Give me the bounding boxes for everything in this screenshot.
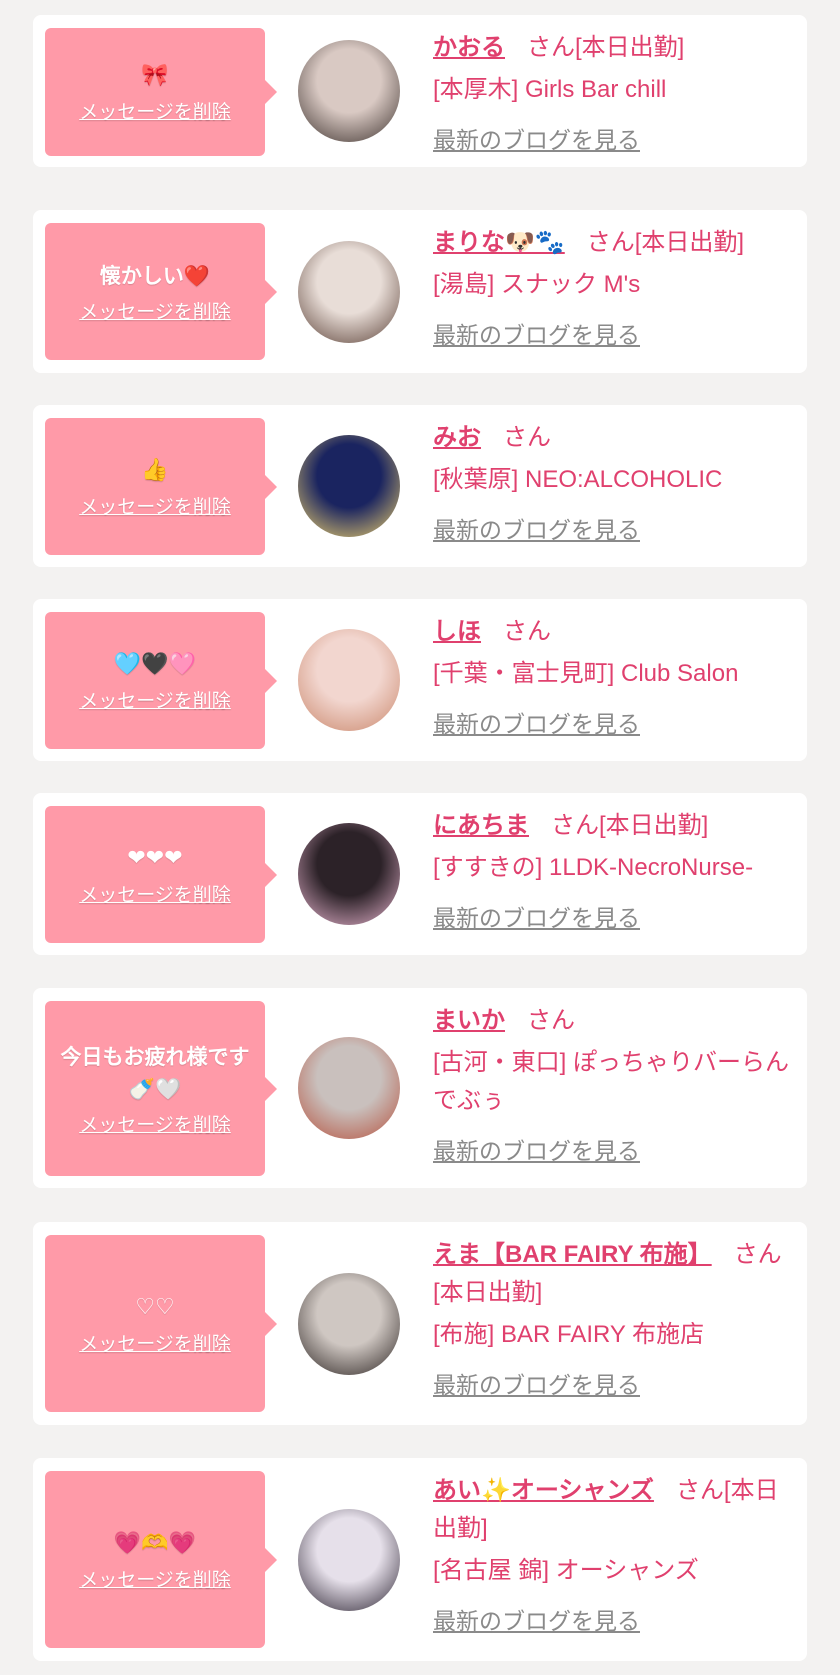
cast-name-link[interactable]: かおる (433, 34, 505, 61)
store-label: [千葉・富士見町] Club Salon (433, 660, 739, 687)
avatar[interactable] (298, 1037, 400, 1139)
message-text: 懐かしい❤️ (99, 263, 211, 288)
blog-link[interactable]: 最新のブログを見る (433, 705, 640, 743)
store-label: [名古屋 錦] オーシャンズ (433, 1557, 699, 1584)
message-card: 懐かしい❤️ メッセージを削除 まりな🐶🐾 さん[本日出勤] [湯島] スナック … (33, 210, 807, 373)
store-label: [湯島] スナック M's (433, 271, 641, 298)
cast-suffix: さん (503, 424, 551, 451)
cast-info: にあちま さん[本日出勤] [すすきの] 1LDK-NecroNurse- 最新の… (433, 803, 789, 938)
cast-info: えま【BAR FAIRY 布施】 さん[本日出勤] [布施] BAR FAIRY … (433, 1232, 789, 1405)
message-card: 💗🫶💗 メッセージを削除 あい✨オーシャンズ さん[本日出勤] [名古屋 錦] オ… (33, 1458, 807, 1661)
delete-message-link[interactable]: メッセージを削除 (79, 300, 231, 324)
message-bubble: 🎀 メッセージを削除 (45, 28, 277, 156)
store-label: [古河・東口] ぽっちゃりバーらんでぶぅ (433, 1049, 790, 1114)
cast-name-link[interactable]: まりな🐶🐾 (433, 229, 565, 256)
message-card: ❤❤❤ メッセージを削除 にあちま さん[本日出勤] [すすきの] 1LDK-Ne… (33, 793, 807, 955)
message-bubble: 💗🫶💗 メッセージを削除 (45, 1471, 277, 1648)
cast-name-link[interactable]: まいか (433, 1007, 505, 1034)
cast-suffix: さん[本日出勤] (551, 812, 709, 839)
cast-info: あい✨オーシャンズ さん[本日出勤] [名古屋 錦] オーシャンズ 最新のブログを… (433, 1468, 789, 1641)
cast-info: しほ さん [千葉・富士見町] Club Salon 最新のブログを見る (433, 609, 789, 744)
avatar[interactable] (298, 241, 400, 343)
delete-message-link[interactable]: メッセージを削除 (79, 1568, 231, 1592)
cast-info: みお さん [秋葉原] NEO:ALCOHOLIC 最新のブログを見る (433, 415, 789, 550)
name-line: まいか さん (433, 1002, 789, 1040)
name-line: あい✨オーシャンズ さん[本日出勤] (433, 1472, 789, 1548)
avatar[interactable] (298, 1273, 400, 1375)
message-bubble: ❤❤❤ メッセージを削除 (45, 806, 277, 943)
avatar[interactable] (298, 40, 400, 142)
delete-message-link[interactable]: メッセージを削除 (79, 1332, 231, 1356)
cast-name-link[interactable]: あい✨オーシャンズ (433, 1477, 654, 1504)
name-line: まりな🐶🐾 さん[本日出勤] (433, 224, 789, 262)
delete-message-link[interactable]: メッセージを削除 (79, 883, 231, 907)
blog-link[interactable]: 最新のブログを見る (433, 1602, 640, 1640)
avatar[interactable] (298, 823, 400, 925)
message-bubble: 懐かしい❤️ メッセージを削除 (45, 223, 277, 360)
store-label: [秋葉原] NEO:ALCOHOLIC (433, 466, 723, 493)
message-bubble: 👍 メッセージを削除 (45, 418, 277, 555)
message-card: 今日もお疲れ様です🍼🤍 メッセージを削除 まいか さん [古河・東口] ぽっちゃり… (33, 988, 807, 1188)
delete-message-link[interactable]: メッセージを削除 (79, 1113, 231, 1137)
cast-info: かおる さん[本日出勤] [本厚木] Girls Bar chill 最新のブログ… (433, 25, 789, 160)
message-card: ♡♡ メッセージを削除 えま【BAR FAIRY 布施】 さん[本日出勤] [布施… (33, 1222, 807, 1425)
message-bubble: ♡♡ メッセージを削除 (45, 1235, 277, 1412)
message-bubble: 今日もお疲れ様です🍼🤍 メッセージを削除 (45, 1001, 277, 1176)
message-text: 🩵🖤🩷 (113, 651, 197, 677)
cast-name-link[interactable]: みお (433, 424, 481, 451)
cast-suffix: さん[本日出勤] (527, 34, 685, 61)
message-card: 👍 メッセージを削除 みお さん [秋葉原] NEO:ALCOHOLIC 最新のブ… (33, 405, 807, 567)
message-text: 👍 (141, 457, 169, 483)
blog-link[interactable]: 最新のブログを見る (433, 1132, 640, 1170)
delete-message-link[interactable]: メッセージを削除 (79, 689, 231, 713)
avatar[interactable] (298, 1509, 400, 1611)
cast-suffix: さん[本日出勤] (586, 229, 745, 256)
message-text: 今日もお疲れ様です🍼🤍 (60, 1044, 250, 1101)
message-text: ♡♡ (135, 1294, 175, 1320)
message-text: 🎀 (141, 63, 169, 88)
name-line: えま【BAR FAIRY 布施】 さん[本日出勤] (433, 1236, 789, 1312)
message-text: ❤❤❤ (127, 845, 183, 871)
blog-link[interactable]: 最新のブログを見る (433, 511, 640, 549)
name-line: にあちま さん[本日出勤] (433, 807, 789, 845)
message-bubble: 🩵🖤🩷 メッセージを削除 (45, 612, 277, 749)
blog-link[interactable]: 最新のブログを見る (433, 316, 640, 354)
message-card: 🩵🖤🩷 メッセージを削除 しほ さん [千葉・富士見町] Club Salon 最… (33, 599, 807, 761)
message-card: 🎀 メッセージを削除 かおる さん[本日出勤] [本厚木] Girls Bar c… (33, 15, 807, 167)
cast-info: まいか さん [古河・東口] ぽっちゃりバーらんでぶぅ 最新のブログを見る (433, 998, 789, 1171)
delete-message-link[interactable]: メッセージを削除 (79, 100, 231, 124)
store-label: [すすきの] 1LDK-NecroNurse- (433, 854, 754, 881)
avatar[interactable] (298, 629, 400, 731)
cast-suffix: さん (503, 618, 551, 645)
blog-link[interactable]: 最新のブログを見る (433, 899, 640, 937)
message-text: 💗🫶💗 (113, 1530, 197, 1556)
name-line: しほ さん (433, 613, 789, 651)
avatar[interactable] (298, 435, 400, 537)
cast-suffix: さん (527, 1007, 575, 1034)
store-label: [布施] BAR FAIRY 布施店 (433, 1321, 705, 1348)
name-line: みお さん (433, 419, 789, 457)
cast-name-link[interactable]: しほ (433, 618, 481, 645)
cast-info: まりな🐶🐾 さん[本日出勤] [湯島] スナック M's 最新のブログを見る (433, 220, 789, 355)
delete-message-link[interactable]: メッセージを削除 (79, 495, 231, 519)
name-line: かおる さん[本日出勤] (433, 29, 789, 67)
blog-link[interactable]: 最新のブログを見る (433, 121, 640, 159)
cast-name-link[interactable]: にあちま (433, 812, 529, 839)
cast-name-link[interactable]: えま【BAR FAIRY 布施】 (433, 1241, 712, 1268)
blog-link[interactable]: 最新のブログを見る (433, 1366, 640, 1404)
store-label: [本厚木] Girls Bar chill (433, 76, 667, 103)
